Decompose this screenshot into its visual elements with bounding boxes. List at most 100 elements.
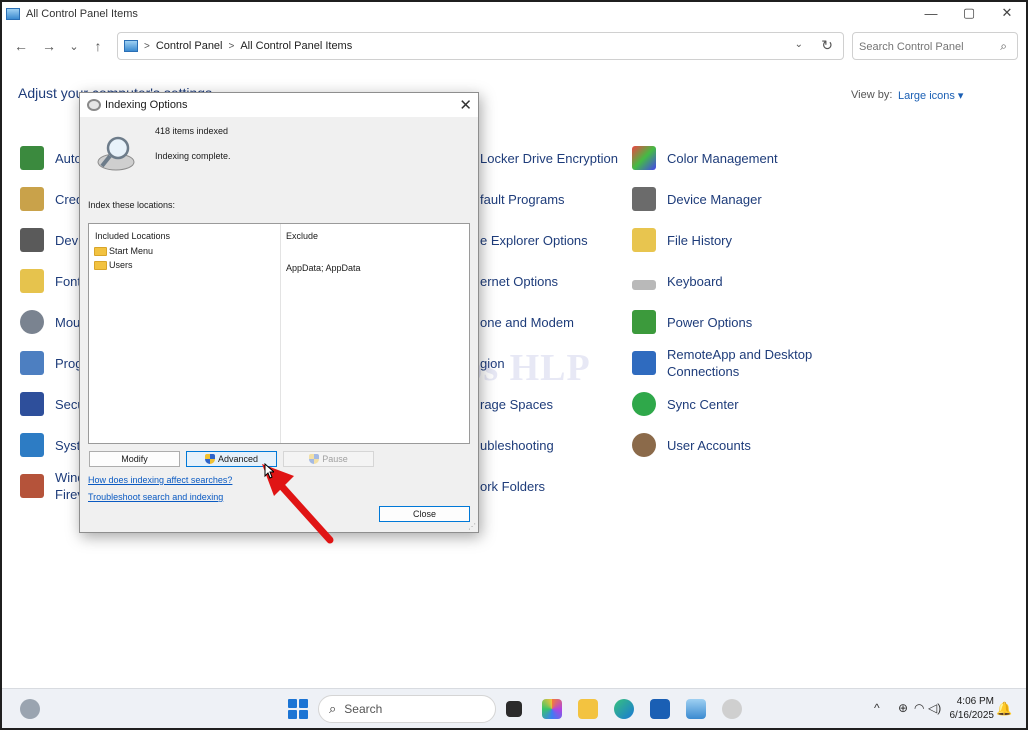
control-panel-taskbar-icon[interactable] (686, 699, 706, 719)
monitor-icon (20, 433, 44, 457)
programs-icon (20, 351, 44, 375)
cp-item-autoplay[interactable]: Auto (20, 142, 82, 174)
forward-arrow-icon[interactable]: → (38, 36, 60, 56)
location-row[interactable]: Users (94, 260, 133, 270)
navigation-bar: ← → ⌄ ↑ > Control Panel > All Control Pa… (2, 32, 1026, 60)
address-bar[interactable]: > Control Panel > All Control Panel Item… (117, 32, 844, 60)
recent-locations-icon[interactable]: ⌄ (63, 36, 85, 56)
search-input[interactable] (859, 35, 989, 59)
control-panel-icon (6, 8, 20, 20)
cp-item-fonts[interactable]: Font (20, 265, 81, 297)
user-accounts-icon (632, 433, 656, 457)
task-view-icon[interactable] (506, 701, 522, 717)
search-icon[interactable]: ⌕ (1000, 39, 1007, 54)
troubleshoot-link[interactable]: Troubleshoot search and indexing (88, 492, 223, 502)
folder-icon (94, 246, 107, 256)
start-icon[interactable] (288, 699, 308, 719)
cp-item-keyboard[interactable]: Keyboard (632, 265, 723, 297)
cp-item-system[interactable]: Syst (20, 429, 80, 461)
flag-icon (20, 392, 44, 416)
cp-item-devices[interactable]: Devi (20, 224, 81, 256)
modify-button[interactable]: Modify (89, 451, 180, 467)
cp-item-troubleshooting[interactable]: ubleshooting (480, 429, 554, 461)
sync-icon (632, 392, 656, 416)
file-explorer-icon[interactable] (578, 699, 598, 719)
cp-item-power-options[interactable]: Power Options (632, 306, 752, 338)
close-button[interactable]: Close (379, 506, 470, 522)
cp-item-remoteapp[interactable]: RemoteApp and Desktop Connections (632, 345, 812, 381)
cp-item-programs[interactable]: Prog (20, 347, 82, 379)
cp-item-security[interactable]: Secu (20, 388, 85, 420)
breadcrumb-separator: > (228, 40, 235, 52)
minimize-button[interactable]: — (912, 2, 950, 24)
clock-date: 6/16/2025 (949, 710, 995, 721)
taskbar-search-label: Search (344, 702, 383, 716)
column-divider (280, 224, 281, 443)
cp-item-internet-options[interactable]: ernet Options (480, 265, 558, 297)
cp-item-sync-center[interactable]: Sync Center (632, 388, 739, 420)
cp-item-firewall[interactable]: Wind Firev (20, 468, 85, 504)
indexing-help-link[interactable]: How does indexing affect searches? (88, 475, 232, 485)
cp-item-device-manager[interactable]: Device Manager (632, 183, 762, 215)
color-management-icon (632, 146, 656, 170)
firewall-icon (20, 474, 44, 498)
cp-item-file-explorer-options[interactable]: e Explorer Options (480, 224, 588, 256)
chevron-down-icon[interactable]: ⌄ (795, 39, 803, 50)
cp-item-bitlocker[interactable]: Locker Drive Encryption (480, 142, 618, 174)
cp-item-user-accounts[interactable]: User Accounts (632, 429, 751, 461)
volume-icon[interactable]: ◁) (928, 701, 941, 715)
printer-icon (20, 228, 44, 252)
refresh-icon[interactable]: ↻ (821, 37, 833, 54)
search-box[interactable]: ⌕ (852, 32, 1018, 60)
taskbar-search[interactable]: ⌕ Search (318, 695, 496, 723)
search-icon: ⌕ (329, 701, 337, 716)
keyboard-icon (632, 280, 656, 290)
edge-icon[interactable] (614, 699, 634, 719)
power-icon (632, 310, 656, 334)
autoplay-icon (20, 146, 44, 170)
close-window-button[interactable]: ✕ (988, 2, 1026, 24)
view-by-label: View by: (851, 89, 893, 101)
font-icon (20, 269, 44, 293)
close-icon[interactable]: ✕ (459, 96, 472, 114)
wifi-icon[interactable]: ◠ (914, 701, 924, 715)
store-icon[interactable] (650, 699, 670, 719)
cp-item-file-history[interactable]: File History (632, 224, 732, 256)
chevron-up-icon[interactable]: ^ (874, 701, 880, 715)
uac-shield-icon (204, 454, 215, 464)
cp-item-work-folders[interactable]: ork Folders (480, 470, 545, 502)
back-arrow-icon[interactable]: ← (10, 36, 32, 56)
cp-item-credential[interactable]: Cred (20, 183, 83, 215)
folder-icon (94, 260, 107, 270)
widgets-icon[interactable] (20, 699, 40, 719)
locations-list[interactable]: Included Locations Exclude Start Menu Us… (88, 223, 470, 444)
dialog-title: Indexing Options (105, 99, 188, 111)
breadcrumb-all-items[interactable]: All Control Panel Items (240, 40, 352, 52)
copilot-icon[interactable] (542, 699, 562, 719)
items-indexed-count: 418 items indexed (155, 126, 229, 136)
file-history-icon (632, 228, 656, 252)
window-title: All Control Panel Items (26, 8, 138, 20)
breadcrumb-control-panel[interactable]: Control Panel (156, 40, 223, 52)
exclude-header: Exclude (286, 231, 319, 241)
cp-item-phone-modem[interactable]: one and Modem (480, 306, 574, 338)
cp-item-mouse[interactable]: Mou (20, 306, 80, 338)
up-arrow-icon[interactable]: ↑ (87, 36, 109, 56)
cp-item-default-programs[interactable]: fault Programs (480, 183, 565, 215)
location-exclude-value: AppData; AppData (286, 263, 361, 273)
resize-grip-icon[interactable]: ⋰ (468, 522, 476, 531)
indexing-icon (87, 99, 101, 111)
notification-bell-icon[interactable]: 🔔 (996, 701, 1012, 717)
view-by-dropdown[interactable]: Large icons ▾ (898, 89, 963, 102)
maximize-button[interactable]: ▢ (950, 2, 988, 24)
indexing-magnifier-icon (97, 136, 135, 171)
location-row[interactable]: Start Menu (94, 246, 153, 256)
remoteapp-icon (632, 351, 656, 375)
mouse-cursor-icon (264, 463, 274, 479)
indexing-taskbar-icon[interactable] (722, 699, 742, 719)
language-icon[interactable]: ⊕ (898, 701, 908, 715)
index-locations-label: Index these locations: (88, 200, 176, 210)
cp-item-storage-spaces[interactable]: rage Spaces (480, 388, 553, 420)
system-clock[interactable]: 4:06 PM 6/16/2025 (942, 695, 995, 723)
cp-item-color-management[interactable]: Color Management (632, 142, 778, 174)
